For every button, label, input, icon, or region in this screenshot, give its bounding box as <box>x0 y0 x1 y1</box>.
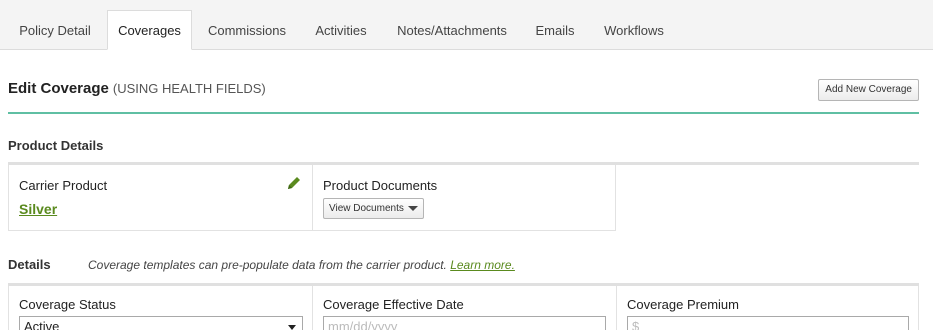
carrier-product-label: Carrier Product <box>19 178 108 193</box>
coverage-effective-date-input[interactable]: mm/dd/yyyy <box>323 316 606 330</box>
coverage-template-note-text: Coverage templates can pre-populate data… <box>88 258 447 272</box>
tab-workflows[interactable]: Workflows <box>594 11 674 51</box>
tab-activities[interactable]: Activities <box>305 11 377 51</box>
view-documents-label: View Documents <box>329 203 404 214</box>
coverage-status-cell: Coverage Status Active <box>9 286 313 330</box>
tab-emails[interactable]: Emails <box>525 11 585 51</box>
add-new-coverage-button[interactable]: Add New Coverage <box>818 79 919 101</box>
coverage-status-value: Active <box>24 319 60 330</box>
page-title: Edit Coverage (USING HEALTH FIELDS) <box>8 80 266 97</box>
tab-commissions[interactable]: Commissions <box>200 11 294 51</box>
product-details-panel: Carrier Product Silver Product Documents… <box>8 165 616 231</box>
chevron-down-icon <box>288 325 296 330</box>
tab-coverages[interactable]: Coverages <box>107 10 192 50</box>
coverage-template-note: Coverage templates can pre-populate data… <box>88 258 515 272</box>
tab-notes-attachments[interactable]: Notes/Attachments <box>389 11 515 51</box>
product-details-title: Product Details <box>8 138 104 153</box>
details-panel: Coverage Status Active Coverage Effectiv… <box>8 286 919 330</box>
details-title: Details <box>8 257 51 272</box>
coverage-premium-label: Coverage Premium <box>627 297 739 312</box>
tab-policy-detail[interactable]: Policy Detail <box>8 11 102 51</box>
edit-coverage-header: Edit Coverage (USING HEALTH FIELDS) Add N… <box>8 78 919 114</box>
tab-bar: Policy Detail Coverages Commissions Acti… <box>0 0 933 50</box>
carrier-product-link[interactable]: Silver <box>19 201 57 217</box>
carrier-product-cell: Carrier Product Silver <box>9 165 313 230</box>
coverage-effective-date-cell: Coverage Effective Date mm/dd/yyyy <box>313 286 617 330</box>
view-documents-button[interactable]: View Documents <box>323 198 424 219</box>
chevron-down-icon <box>407 205 418 211</box>
coverage-status-label: Coverage Status <box>19 297 116 312</box>
coverage-status-select[interactable]: Active <box>19 316 303 330</box>
learn-more-link[interactable]: Learn more. <box>450 258 515 272</box>
page-subtitle: (USING HEALTH FIELDS) <box>112 81 266 96</box>
pencil-icon[interactable] <box>286 175 302 191</box>
page-title-text: Edit Coverage <box>8 80 109 97</box>
coverage-effective-date-label: Coverage Effective Date <box>323 297 464 312</box>
coverage-premium-cell: Coverage Premium $ <box>617 286 918 330</box>
product-documents-cell: Product Documents View Documents <box>313 165 615 230</box>
product-documents-label: Product Documents <box>323 178 438 193</box>
coverage-premium-input[interactable]: $ <box>627 316 909 330</box>
